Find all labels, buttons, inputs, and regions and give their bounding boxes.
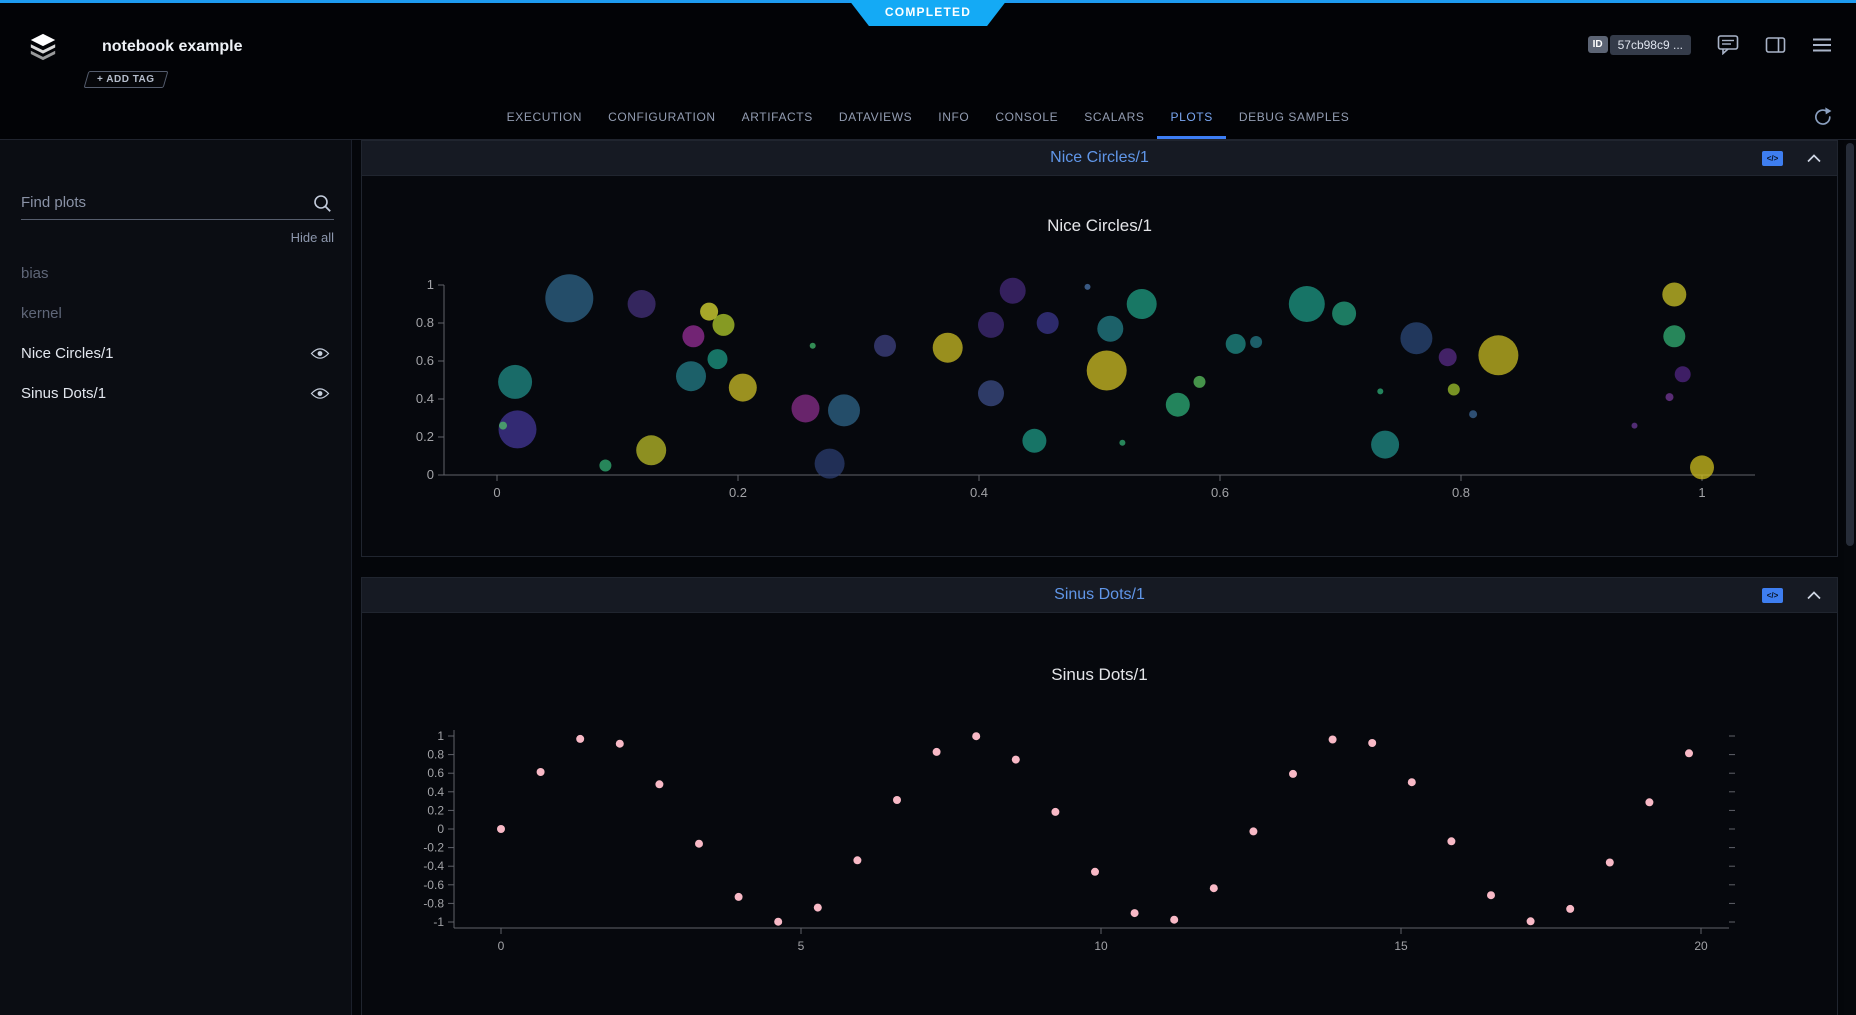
refresh-icon[interactable] <box>1812 106 1834 128</box>
svg-text:1: 1 <box>427 277 434 292</box>
svg-text:0: 0 <box>498 939 505 953</box>
comments-icon[interactable] <box>1717 34 1739 55</box>
search-icon <box>313 194 332 218</box>
plot-panel-nice-circles: Nice Circles/1 </> Nice Circles/1 0 0.2 0.… <box>361 140 1838 557</box>
svg-text:-0.2: -0.2 <box>423 841 444 855</box>
tab-console[interactable]: CONSOLE <box>982 97 1071 139</box>
eye-icon[interactable] <box>310 387 330 400</box>
experiment-title: notebook example <box>102 38 242 56</box>
panel-actions: </> <box>1762 141 1821 175</box>
panel-header: Sinus Dots/1 </> <box>362 578 1837 613</box>
plot-name: kernel <box>21 305 334 322</box>
svg-text:-0.4: -0.4 <box>423 859 444 873</box>
plot-name: Nice Circles/1 <box>21 345 310 362</box>
svg-text:0.6: 0.6 <box>416 353 434 368</box>
svg-text:0.2: 0.2 <box>416 429 434 444</box>
svg-text:0.2: 0.2 <box>729 485 747 500</box>
svg-text:0.8: 0.8 <box>427 748 444 762</box>
panel-title: Nice Circles/1 <box>1050 149 1149 167</box>
chart-title: Nice Circles/1 <box>362 214 1837 238</box>
plot-code-icon[interactable]: </> <box>1762 151 1783 166</box>
panel-header: Nice Circles/1 </> <box>362 141 1837 176</box>
tab-execution[interactable]: EXECUTION <box>494 97 595 139</box>
svg-text:0.8: 0.8 <box>1452 485 1470 500</box>
menu-icon[interactable] <box>1812 36 1832 54</box>
search-input[interactable] <box>21 188 334 220</box>
panel-actions: </> <box>1762 578 1821 612</box>
panel-body: Nice Circles/1 00.20.40.60.8100.20.40.60… <box>362 176 1837 556</box>
app-root: COMPLETED notebook example + ADD TAG ID … <box>0 0 1856 1015</box>
svg-text:0.2: 0.2 <box>427 803 444 817</box>
sidebar-item-sinus-dots-1[interactable]: Sinus Dots/1 <box>21 373 334 413</box>
plot-panel-sinus-dots: Sinus Dots/1 </> Sinus Dots/1 05101520-1… <box>361 577 1838 1015</box>
add-tag-button[interactable]: + ADD TAG <box>84 71 168 88</box>
app-logo-icon[interactable] <box>28 32 58 67</box>
svg-text:20: 20 <box>1694 939 1708 953</box>
svg-text:15: 15 <box>1394 939 1408 953</box>
header-actions: ID 57cb98c9 ... <box>1588 34 1832 55</box>
svg-text:-0.6: -0.6 <box>423 878 444 892</box>
plot-name: Sinus Dots/1 <box>21 385 310 402</box>
id-value: 57cb98c9 ... <box>1610 35 1691 55</box>
sinus-dots-chart[interactable]: 0 5 10 15 20 -1 -0.8 -0.6 -0.4 -0.2 0 0.2 0.4 0.6 0.8 1 <box>406 726 1740 962</box>
content-area: Hide all bias kernel Nice Circles/1 Sinus D… <box>0 140 1856 1015</box>
plot-name: bias <box>21 265 334 282</box>
status-badge: COMPLETED <box>849 0 1007 26</box>
scrollbar[interactable] <box>1844 140 1856 1015</box>
tab-info[interactable]: INFO <box>925 97 982 139</box>
svg-text:-1: -1 <box>433 915 444 929</box>
scrollbar-thumb[interactable] <box>1846 143 1854 546</box>
chart-title: Sinus Dots/1 <box>362 663 1837 687</box>
svg-text:0.4: 0.4 <box>416 391 434 406</box>
collapse-chevron-icon[interactable] <box>1807 154 1821 163</box>
tab-plots[interactable]: PLOTS <box>1157 97 1225 139</box>
collapse-chevron-icon[interactable] <box>1807 591 1821 600</box>
svg-text:10: 10 <box>1094 939 1108 953</box>
svg-text:1: 1 <box>1698 485 1705 500</box>
svg-text:1: 1 <box>437 729 444 743</box>
details-panel-icon[interactable] <box>1765 36 1786 54</box>
nice-circles-chart[interactable]: 0 0.2 0.4 0.6 0.8 1 0 0.2 0.4 0.6 0.8 1 <box>410 269 1762 509</box>
eye-icon[interactable] <box>310 347 330 360</box>
svg-text:0.6: 0.6 <box>1211 485 1229 500</box>
sidebar-item-bias[interactable]: bias <box>21 253 334 293</box>
plots-main: Nice Circles/1 </> Nice Circles/1 0 0.2 0.… <box>352 140 1844 1015</box>
tab-artifacts[interactable]: ARTIFACTS <box>729 97 826 139</box>
sidebar-item-kernel[interactable]: kernel <box>21 293 334 333</box>
tab-configuration[interactable]: CONFIGURATION <box>595 97 729 139</box>
svg-text:0.4: 0.4 <box>970 485 988 500</box>
svg-text:0.6: 0.6 <box>427 766 444 780</box>
add-tag-label: + ADD TAG <box>97 74 155 85</box>
svg-text:0: 0 <box>427 467 434 482</box>
plot-code-icon[interactable]: </> <box>1762 588 1783 603</box>
svg-text:0.4: 0.4 <box>427 785 444 799</box>
sidebar-item-nice-circles-1[interactable]: Nice Circles/1 <box>21 333 334 373</box>
plots-sidebar: Hide all bias kernel Nice Circles/1 Sinus D… <box>0 140 352 1015</box>
svg-text:0: 0 <box>493 485 500 500</box>
panel-title: Sinus Dots/1 <box>1054 586 1145 604</box>
svg-text:0.8: 0.8 <box>416 315 434 330</box>
tab-debug-samples[interactable]: DEBUG SAMPLES <box>1226 97 1363 139</box>
panel-body: Sinus Dots/1 05101520-1-0.8-0.6-0.4-0.20… <box>362 613 1837 1015</box>
svg-text:5: 5 <box>798 939 805 953</box>
tab-dataviews[interactable]: DATAVIEWS <box>826 97 925 139</box>
svg-text:-0.8: -0.8 <box>423 896 444 910</box>
tab-bar: EXECUTIONCONFIGURATIONARTIFACTSDATAVIEWS… <box>0 97 1856 140</box>
id-label: ID <box>1588 36 1608 53</box>
hide-all-link[interactable]: Hide all <box>21 230 334 245</box>
search-row <box>21 188 334 220</box>
tab-scalars[interactable]: SCALARS <box>1071 97 1157 139</box>
svg-text:0: 0 <box>437 822 444 836</box>
experiment-id-badge[interactable]: ID 57cb98c9 ... <box>1588 35 1691 55</box>
